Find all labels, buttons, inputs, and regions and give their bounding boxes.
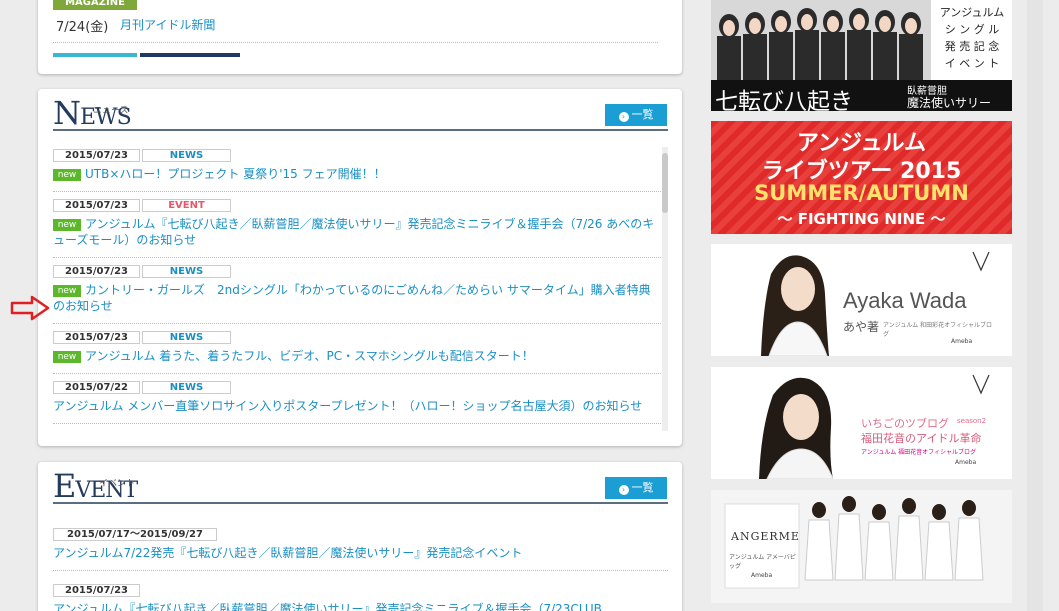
magazine-tag: MAGAZINE (53, 0, 137, 10)
event-list: 2015/07/17〜2015/09/27 アンジュルム7/22発売『七転び八起… (53, 520, 668, 611)
scroll-thumb[interactable] (662, 153, 668, 213)
blog-title: いちごのツブログ (861, 417, 949, 430)
event-link[interactable]: アンジュルム『七転び八起き／臥薪嘗胆／魔法使いサリー』発売記念ミニライブ＆握手会… (53, 601, 668, 611)
list-item[interactable]: 2015/07/23 NEWS new アンジュルム 着うた、着うたフル、ビデオ、… (53, 329, 661, 374)
list-item[interactable]: 2015/07/23 アンジュルム『七転び八起き／臥薪嘗胆／魔法使いサリー』発売… (53, 576, 668, 611)
tour-line3: SUMMER/AUTUMN (754, 181, 969, 205)
category-badge: NEWS (142, 331, 231, 344)
new-badge: new (53, 169, 81, 181)
news-date: 2015/07/23 (53, 265, 140, 278)
new-badge: new (53, 285, 81, 297)
event-panel: EVENT イベント › 一覧 2015/07/17〜2015/09/27 アンジ… (38, 462, 682, 611)
news-link[interactable]: アンジュルム メンバー直筆ソロサイン入りポスタープレゼント！（ハロー！ショップ名… (53, 399, 642, 413)
kanon-fukuda-blog-banner[interactable]: いちごのツブログ season2 福田花音のアイドル革命 アンジュルム 福田花音… (711, 367, 1012, 479)
news-date: 2015/07/23 (53, 199, 140, 212)
news-date: 2015/07/23 (53, 149, 140, 162)
event-list-button[interactable]: › 一覧 (605, 477, 667, 499)
blog-kana: あや著 (843, 320, 880, 334)
divider (53, 42, 658, 43)
new-badge: new (53, 351, 81, 363)
banner-caption: アンジュルム シ ン グ ル 発 売 記 念 イ ベ ン ト (939, 6, 1005, 70)
ameba-logo: Ameba (951, 338, 973, 345)
event-date: 2015/07/23 (53, 584, 140, 597)
news-link[interactable]: アンジュルム 着うた、着うたフル、ビデオ、PC・スマホシングルも配信スタート！ (85, 349, 534, 363)
blog-name: Ayaka Wada (843, 288, 967, 313)
category-badge: NEWS (142, 149, 231, 162)
news-date: 2015/07/22 (53, 381, 140, 394)
category-badge: EVENT (142, 199, 231, 212)
news-list-button[interactable]: › 一覧 (605, 104, 667, 126)
news-link[interactable]: アンジュルム『七転び八起き／臥薪嘗胆／魔法使いサリー』発売記念ミニライブ＆握手会… (53, 217, 654, 247)
blog-main: 福田花音のアイドル革命 (861, 432, 982, 445)
news-date: 2015/07/23 (53, 331, 140, 344)
list-item[interactable]: 2015/07/22 NEWS アンジュルム メンバー直筆ソロサイン入りポスター… (53, 379, 661, 424)
ayaka-wada-blog-banner[interactable]: Ayaka Wada あや著 アンジュルム 和田彩花オフィシャルブログ Ameb… (711, 244, 1012, 356)
blog-season: season2 (957, 417, 987, 425)
single-release-event-banner[interactable]: アンジュルム シ ン グ ル 発 売 記 念 イ ベ ン ト 七転び八起き 臥薪… (711, 0, 1012, 111)
news-scrollbar[interactable] (662, 147, 668, 431)
list-item[interactable]: 2015/07/17〜2015/09/27 アンジュルム7/22発売『七転び八起… (53, 520, 668, 571)
news-panel: NEWS ニュース › 一覧 2015/07/23 NEWS new UTB×ハロー… (38, 89, 682, 446)
angerme-amebapig-banner[interactable]: ANGERME アンジュルム アメーバピッグ Ameba (711, 490, 1012, 603)
magazine-date: 7/24(金) (56, 20, 109, 35)
event-header: EVENT イベント (53, 467, 668, 505)
blog-sub: アンジュルム 和田彩花オフィシャルブログ (883, 322, 993, 338)
blog-sub: アンジュルム 福田花音オフィシャルブログ (861, 449, 977, 456)
magazine-panel: MAGAZINE 7/24(金) 月刊アイドル新聞 (38, 0, 682, 74)
news-link[interactable]: UTB×ハロー！プロジェクト 夏祭り'15 フェア開催！！ (85, 167, 386, 181)
web-tab[interactable] (53, 53, 137, 57)
page-scroll-gutter (1027, 0, 1043, 611)
category-badge: NEWS (142, 265, 231, 278)
news-kana: ニュース (93, 106, 129, 116)
ameba-logo: Ameba (955, 459, 977, 466)
hello-project-tab[interactable] (140, 53, 240, 57)
banner-main-title: 七転び八起き (715, 89, 853, 111)
news-list[interactable]: 2015/07/23 NEWS new UTB×ハロー！プロジェクト 夏祭り'15… (53, 147, 661, 431)
category-badge: NEWS (142, 381, 231, 394)
news-header: NEWS ニュース (53, 94, 668, 132)
banner-sub: アンジュルム アメーバピッグ (729, 554, 796, 570)
list-item[interactable]: 2015/07/23 EVENT new アンジュルム『七転び八起き／臥薪嘗胆／魔… (53, 197, 661, 258)
event-date: 2015/07/17〜2015/09/27 (53, 528, 217, 541)
live-tour-banner[interactable]: アンジュルム ライブツアー 2015 SUMMER/AUTUMN 〜 FIGHT… (711, 121, 1012, 234)
event-kana: イベント (99, 479, 136, 489)
chevron-right-icon: › (618, 485, 629, 495)
news-link[interactable]: カントリー・ガールズ 2ndシングル「わかっているのにごめんね／ためらい サマー… (53, 283, 651, 313)
list-item[interactable]: 2015/07/23 NEWS new UTB×ハロー！プロジェクト 夏祭り'15… (53, 147, 661, 192)
event-link[interactable]: アンジュルム7/22発売『七転び八起き／臥薪嘗胆／魔法使いサリー』発売記念イベン… (53, 545, 668, 561)
ameba-logo: Ameba (751, 572, 773, 579)
list-item[interactable]: 2015/07/23 NEWS new カントリー・ガールズ 2ndシングル「わか… (53, 263, 661, 324)
chevron-right-icon: › (618, 112, 629, 122)
angerme-logo: ANGERME (731, 530, 800, 543)
tour-line4: 〜 FIGHTING NINE 〜 (777, 210, 946, 228)
banner-sub2: 魔法使いサリー (907, 96, 992, 110)
new-badge: new (53, 219, 81, 231)
red-arrow-icon (10, 295, 50, 321)
magazine-link[interactable]: 月刊アイドル新聞 (120, 16, 215, 33)
